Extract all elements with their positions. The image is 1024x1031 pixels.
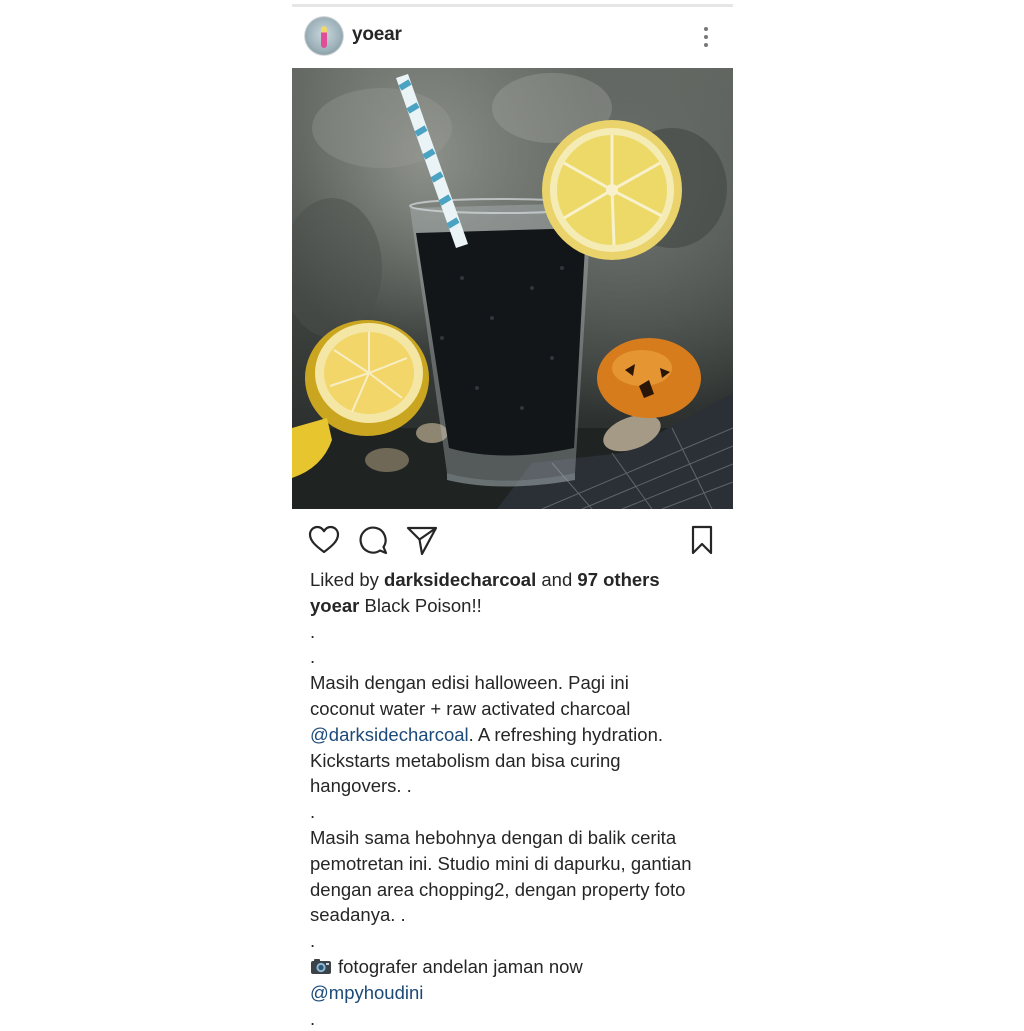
likes-line: Liked by darksidecharcoal and 97 others	[310, 567, 723, 593]
post-caption: Liked by darksidecharcoal and 97 others …	[292, 567, 733, 1031]
caption-credit-line: fotografer andelan jaman now	[310, 954, 723, 980]
post-header: yoear	[292, 7, 733, 68]
comment-button[interactable]	[356, 523, 390, 557]
more-vertical-icon-dot	[704, 43, 708, 47]
more-vertical-icon-dot	[704, 35, 708, 39]
caption-line: @darksidecharcoal. A refreshing hydratio…	[310, 722, 723, 748]
caption-text: . A refreshing hydration.	[468, 723, 664, 745]
caption-dot: .	[310, 620, 316, 642]
post-photo[interactable]	[292, 68, 733, 509]
caption-line: hangovers. .	[310, 775, 412, 797]
caption-line: dengan area chopping2, dengan property f…	[310, 878, 686, 900]
drink-photo-illustration	[292, 73, 733, 509]
comment-icon	[359, 526, 388, 555]
caption-line: Masih dengan edisi halloween. Pagi ini	[310, 672, 629, 694]
caption-title: Black Poison!!	[364, 594, 482, 616]
credit-text: fotografer andelan jaman now	[338, 955, 583, 977]
heart-icon	[308, 525, 340, 554]
save-button[interactable]	[685, 523, 719, 557]
liked-by-others[interactable]: 97 others	[577, 569, 659, 590]
instagram-post: yoear Liked by darksidecharcoal and 97 o…	[292, 7, 733, 1031]
bookmark-icon	[691, 525, 713, 555]
caption-title-line: yoear Black Poison!!	[310, 593, 723, 619]
caption-line: seadanya. .	[310, 904, 406, 926]
caption-dot: .	[310, 646, 316, 668]
liked-by-prefix: Liked by	[310, 569, 379, 590]
avatar-figure	[321, 26, 327, 48]
caption-line: pemotretan ini. Studio mini di dapurku, …	[310, 852, 692, 874]
camera-emoji-icon	[311, 958, 331, 974]
paper-plane-icon	[406, 526, 438, 556]
caption-dot: .	[310, 930, 316, 952]
post-username[interactable]: yoear	[352, 24, 402, 46]
mention-darksidecharcoal[interactable]: @darksidecharcoal	[310, 724, 469, 745]
post-actions	[292, 509, 733, 567]
liked-by-and: and	[541, 569, 573, 590]
caption-username[interactable]: yoear	[310, 595, 359, 616]
caption-line: Kickstarts metabolism dan bisa curing	[310, 749, 621, 771]
more-options-button[interactable]	[699, 25, 713, 49]
caption-line: coconut water + raw activated charcoal	[310, 697, 631, 719]
avatar[interactable]	[305, 17, 343, 55]
caption-dot: .	[310, 801, 316, 823]
share-button[interactable]	[405, 523, 439, 557]
caption-line: Masih sama hebohnya dengan di balik ceri…	[310, 826, 677, 848]
caption-line: @mpyhoudini	[310, 980, 723, 1006]
more-vertical-icon	[704, 27, 708, 31]
like-button[interactable]	[307, 523, 341, 557]
caption-dot: .	[310, 1007, 316, 1029]
mention-mpyhoudini[interactable]: @mpyhoudini	[310, 982, 423, 1003]
liked-by-user[interactable]: darksidecharcoal	[384, 569, 536, 590]
